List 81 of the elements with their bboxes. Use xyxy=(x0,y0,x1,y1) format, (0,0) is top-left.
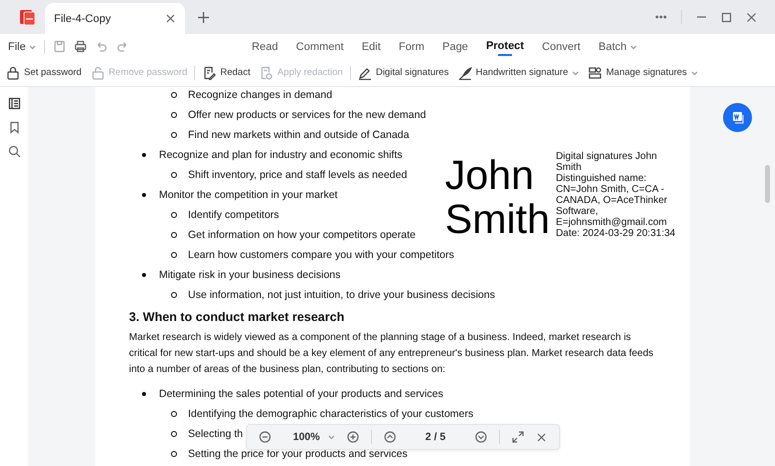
list-item: Setting the price for your products and services xyxy=(188,447,408,462)
bullet-icon xyxy=(142,392,146,396)
print-icon[interactable] xyxy=(74,40,87,53)
scrollbar-thumb[interactable] xyxy=(765,165,770,203)
list-item: Get information on how your competitors operate xyxy=(188,228,416,243)
bullet-icon xyxy=(171,232,177,238)
menu-tab[interactable]: Read xyxy=(242,36,288,58)
list-item: Identifying the demographic characteristics of your customers xyxy=(188,407,474,422)
menu-tab[interactable]: Convert xyxy=(532,36,590,58)
paragraph: Market research is widely viewed as a component of the planning stage of a business. Indeed, market research is critical for new start-ups and should be a key element of any entrepreneur's business plan. Market research data feeds into a number of areas of the business plan, contributing to sections on: xyxy=(129,331,654,377)
tab-title: File-4-Copy xyxy=(54,12,111,24)
app-logo-icon xyxy=(17,7,37,27)
bullet-icon xyxy=(142,153,146,157)
toolbar-button[interactable]: Digital signatures xyxy=(356,66,451,80)
list-item: Selecting th xyxy=(188,427,243,442)
bullet-icon xyxy=(142,193,146,197)
toolbar-button[interactable]: Redact xyxy=(200,66,252,80)
menu-tab[interactable]: Comment xyxy=(287,36,353,58)
menu-tab[interactable]: Page xyxy=(433,36,478,58)
signature-name: Smith xyxy=(445,197,550,241)
toolbar-button[interactable]: Set password xyxy=(4,66,84,80)
list-item: Identify competitors xyxy=(188,208,280,223)
bullet-icon xyxy=(171,132,177,138)
bullet-icon xyxy=(171,431,177,437)
menu-tab[interactable]: Form xyxy=(390,36,434,58)
document-tab[interactable]: File-4-Copy xyxy=(45,3,185,34)
document-pen-icon xyxy=(202,66,216,80)
lock-icon xyxy=(6,66,20,80)
close-icon[interactable] xyxy=(746,12,757,22)
maximize-icon[interactable] xyxy=(721,12,732,22)
panel-icon[interactable] xyxy=(8,97,20,110)
bullet-icon xyxy=(171,112,177,118)
signature-name: John xyxy=(445,153,535,197)
bookmark-icon[interactable] xyxy=(8,121,20,134)
bullet-icon xyxy=(171,252,177,258)
bullet-icon xyxy=(171,172,177,178)
list-item: Recognize changes in demand xyxy=(188,88,332,103)
bullet-icon xyxy=(171,92,177,98)
search-icon[interactable] xyxy=(8,145,20,158)
list-item: Use information, not just intuition, to drive your business decisions xyxy=(188,288,495,303)
zoom-out-icon[interactable] xyxy=(259,431,271,443)
convert-to-word-button[interactable] xyxy=(723,103,752,132)
signature-detail: Digital signatures John Smith xyxy=(556,151,658,173)
zoom-in-icon[interactable] xyxy=(346,431,359,443)
file-menu[interactable]: File xyxy=(8,40,36,52)
bullet-icon xyxy=(171,411,177,417)
unlock-icon xyxy=(90,66,105,80)
list-item: Find new markets within and outside of Canada xyxy=(188,128,410,143)
document-check-icon xyxy=(259,66,274,80)
close-icon[interactable] xyxy=(165,13,176,24)
menu-tab[interactable]: Batch xyxy=(590,36,646,58)
bullet-icon xyxy=(171,451,177,457)
close-icon[interactable] xyxy=(536,432,547,442)
caret-icon xyxy=(328,434,335,440)
bullet-icon xyxy=(171,292,177,298)
section-heading: 3. When to conduct market research xyxy=(129,310,344,324)
toolbar-button[interactable]: Manage signatures xyxy=(586,66,700,80)
previous-page-icon[interactable] xyxy=(384,431,396,443)
quill-icon xyxy=(458,66,472,80)
list-item: Offer new products or services for the new demand xyxy=(188,108,426,123)
next-page-icon[interactable] xyxy=(475,431,487,443)
toolbar-button[interactable]: Handwritten signature xyxy=(456,66,582,80)
zoom-dropdown[interactable]: 100% xyxy=(283,431,335,443)
list-item: Recognize and plan for industry and economic shifts xyxy=(159,148,402,163)
signature-detail: Distinguished name: CN=John Smith, C=CA - CANADA, O=AceThinker Software, E=johnsmith@gmail.com xyxy=(556,173,668,228)
word-document-icon xyxy=(730,110,745,125)
list-item: Mitigate risk in your business decisions xyxy=(159,268,340,283)
list-item: Determining the sales potential of your products and services xyxy=(159,387,444,402)
bullet-icon xyxy=(171,212,177,218)
signature-detail: Date: 2024-03-29 20:31:34 xyxy=(556,228,676,239)
add-tab-icon[interactable] xyxy=(197,10,210,24)
signature-list-icon xyxy=(588,66,602,80)
menu-tab[interactable]: Edit xyxy=(352,36,390,58)
expand-icon[interactable] xyxy=(512,431,524,443)
list-item: Monitor the competition in your market xyxy=(159,188,338,203)
bullet-icon xyxy=(142,273,146,277)
page-number: 2 / 5 xyxy=(424,431,447,443)
list-item: Learn how customers compare you with your competitors xyxy=(188,248,454,263)
caret-icon xyxy=(28,44,36,50)
list-item: Shift inventory, price and staff levels as needed xyxy=(188,168,408,183)
pen-icon xyxy=(358,66,372,80)
